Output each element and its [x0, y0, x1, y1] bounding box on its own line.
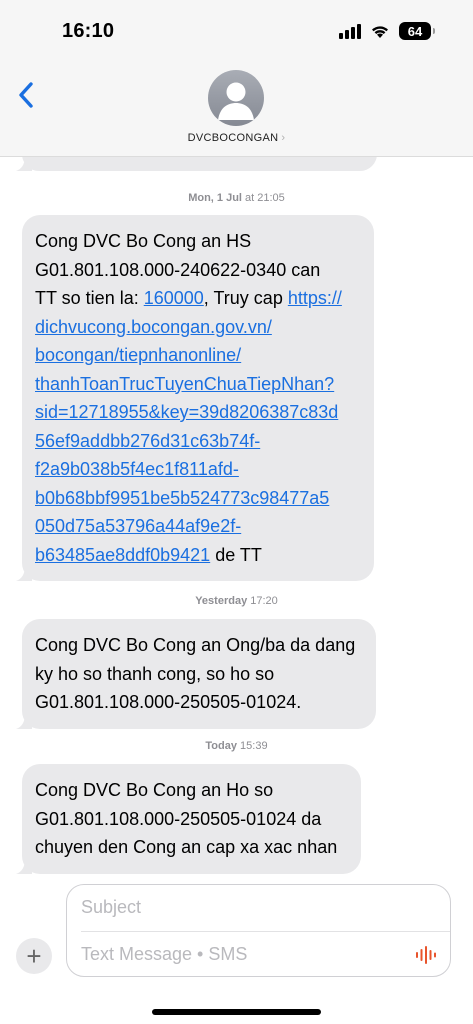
timestamp-day: Mon, 1 Jul: [188, 192, 242, 204]
message-line: thanhToanTrucTuyenChuaTiepNhan?: [35, 370, 361, 399]
back-button[interactable]: [14, 78, 40, 112]
message-link[interactable]: dichvucong.bocongan.gov.vn/: [35, 317, 272, 337]
status-bar: 16:10 64: [0, 0, 473, 56]
conversation-header: DVCBOCONGAN ›: [0, 56, 473, 157]
message-line: G01.801.108.000-240622-0340 can: [35, 256, 361, 285]
message-line: b63485ae8ddf0b9421 de TT: [35, 541, 361, 570]
message-text-segment: de TT: [210, 544, 262, 565]
wifi-icon: [372, 25, 388, 38]
message-link[interactable]: 160000: [144, 288, 204, 308]
cellular-signal-icon: [339, 23, 361, 39]
message-input-box[interactable]: Subject Text Message • SMS: [66, 884, 451, 977]
message-line: Cong DVC Bo Cong an Ho so: [35, 776, 348, 805]
timestamp-day: Yesterday: [195, 595, 248, 607]
message-text-segment: , Truy cap: [203, 288, 288, 308]
input-divider: [81, 931, 450, 932]
message-line: ky ho so thanh cong, so ho so: [35, 660, 363, 689]
message-thread[interactable]: Mon, 1 Jul at 21:05 Cong DVC Bo Cong an …: [0, 157, 473, 875]
contact-name-label: DVCBOCONGAN: [187, 132, 279, 144]
message-text: Cong DVC Bo Cong an Ong/ba da dang ky ho …: [35, 631, 363, 717]
message-link[interactable]: b0b68bbf9951be5b524773c98477a5: [35, 488, 329, 508]
message-line: 56ef9addbb276d31c63b74f-: [35, 427, 361, 456]
message-link[interactable]: thanhToanTrucTuyenChuaTiepNhan?: [35, 374, 334, 394]
timestamp-time: 15:39: [240, 740, 268, 752]
message-line: Cong DVC Bo Cong an Ong/ba da dang: [35, 631, 363, 660]
timestamp: Mon, 1 Jul at 21:05: [0, 192, 473, 204]
message-text-segment: ky ho so thanh cong, so ho so: [35, 663, 275, 684]
message-link[interactable]: sid=12718955&key=39d8206387c83d: [35, 402, 338, 422]
apps-button[interactable]: +: [16, 938, 52, 974]
message-link[interactable]: f2a9b038b5f4ec1f811afd-: [35, 459, 239, 479]
message-line: TT so tien la: 160000, Truy cap https://: [35, 284, 361, 313]
message-text-segment: G01.801.108.000-250505-01024 da: [35, 808, 322, 829]
message-bubble[interactable]: Cong DVC Bo Cong an Ong/ba da dang ky ho …: [16, 619, 376, 729]
message-text: Cong DVC Bo Cong an HS G01.801.108.000-24…: [35, 227, 361, 569]
message-text-segment: Cong DVC Bo Cong an Ong/ba da dang: [35, 635, 356, 655]
plus-icon: +: [26, 940, 42, 971]
message-link[interactable]: bocongan/tiepnhanonline/: [35, 345, 241, 365]
message-bubble[interactable]: Cong DVC Bo Cong an HS G01.801.108.000-24…: [16, 215, 374, 581]
message-line: Cong DVC Bo Cong an HS: [35, 227, 361, 256]
status-time: 16:10: [62, 20, 115, 42]
message-link[interactable]: 050d75a53796a44af9e2f-: [35, 516, 241, 536]
message-link[interactable]: b63485ae8ddf0b9421: [35, 545, 210, 565]
message-line: f2a9b038b5f4ec1f811afd-: [35, 455, 361, 484]
message-line: G01.801.108.000-250505-01024 da: [35, 805, 348, 834]
waveform-icon[interactable]: [414, 945, 438, 965]
chevron-right-icon: ›: [281, 132, 286, 144]
timestamp: Yesterday 17:20: [0, 595, 473, 607]
bubble-tail: [16, 712, 32, 729]
bubble-tail: [16, 565, 32, 581]
chevron-left-icon: [19, 82, 33, 108]
person-icon: [218, 82, 254, 120]
message-line: sid=12718955&key=39d8206387c83d: [35, 398, 361, 427]
message-line: b0b68bbf9951be5b524773c98477a5: [35, 484, 361, 513]
bubble-tail: [16, 157, 32, 171]
bubble-tail: [16, 857, 32, 874]
battery-level: 64: [407, 23, 423, 39]
avatar[interactable]: [208, 70, 264, 126]
message-bubble[interactable]: Cong DVC Bo Cong an Ho so G01.801.108.000…: [16, 764, 361, 874]
timestamp-time: at 21:05: [245, 192, 285, 204]
message-field[interactable]: Text Message • SMS: [81, 944, 247, 965]
message-link[interactable]: 56ef9addbb276d31c63b74f-: [35, 431, 260, 451]
contact-name[interactable]: DVCBOCONGAN ›: [0, 132, 473, 144]
message-text-segment: G01.801.108.000-250505-01024.: [35, 692, 302, 712]
status-icons: 64: [339, 22, 435, 40]
message-line: G01.801.108.000-250505-01024.: [35, 688, 363, 717]
subject-field[interactable]: Subject: [81, 897, 141, 918]
message-text-segment: Cong DVC Bo Cong an HS: [35, 231, 252, 251]
message-text: Cong DVC Bo Cong an Ho so G01.801.108.000…: [35, 776, 348, 862]
message-line: bocongan/tiepnhanonline/: [35, 341, 361, 370]
message-text-segment: chuyen den Cong an cap xa xac nhan: [35, 837, 338, 857]
message-bubble-partial: [16, 157, 377, 171]
timestamp: Today 15:39: [0, 740, 473, 752]
message-text-segment: Cong DVC Bo Cong an Ho so: [35, 780, 274, 800]
timestamp-day: Today: [205, 740, 237, 752]
message-text-segment: TT so tien la:: [35, 288, 144, 308]
message-text-segment: G01.801.108.000-240622-0340 can: [35, 259, 321, 280]
composer: + Subject Text Message • SMS: [0, 875, 473, 1024]
timestamp-time: 17:20: [250, 595, 278, 607]
message-line: chuyen den Cong an cap xa xac nhan: [35, 833, 348, 862]
home-indicator[interactable]: [152, 1009, 321, 1015]
message-line: 050d75a53796a44af9e2f-: [35, 512, 361, 541]
message-link[interactable]: https://: [288, 288, 342, 308]
battery-icon: 64: [399, 22, 435, 40]
message-line: dichvucong.bocongan.gov.vn/: [35, 313, 361, 342]
